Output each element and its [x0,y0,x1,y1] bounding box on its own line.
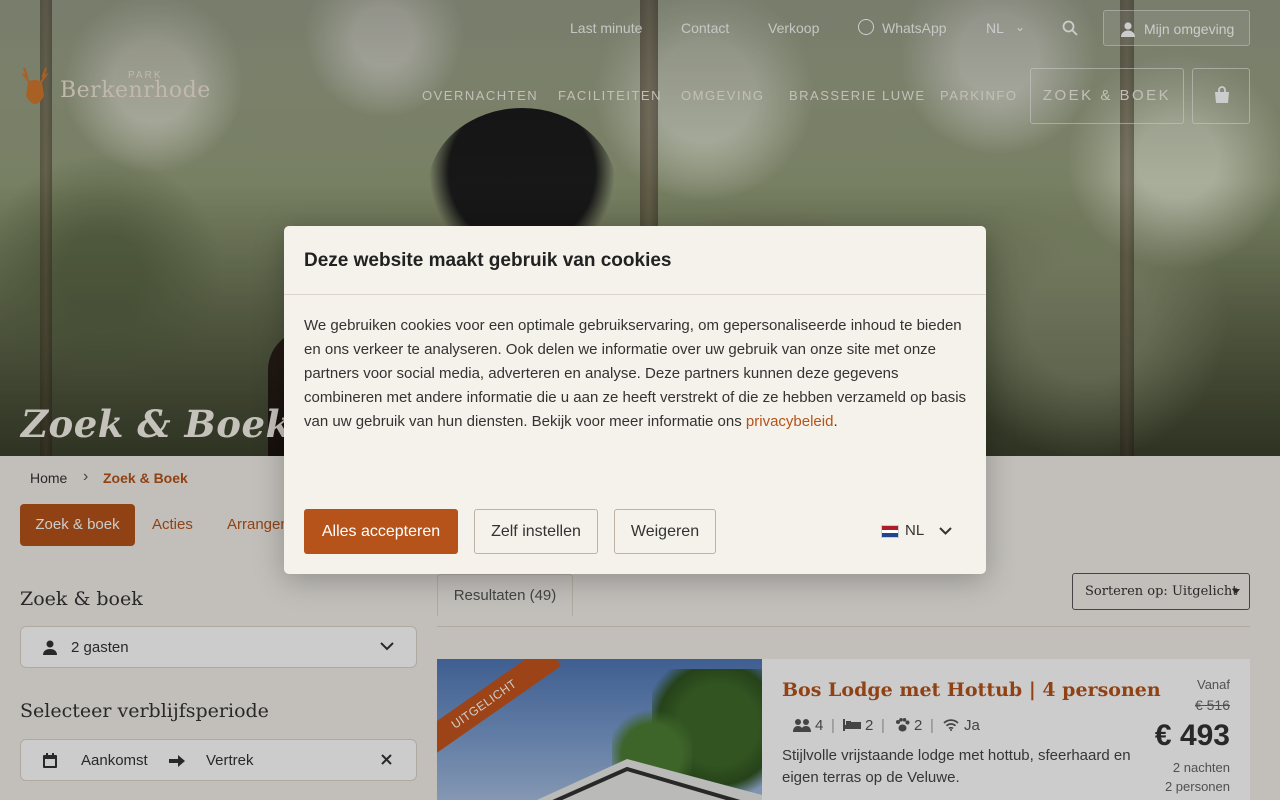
modal-language-label: NL [905,522,925,539]
cookie-text-end: . [833,413,838,430]
cookie-modal: Deze website maakt gebruik van cookies W… [284,226,986,574]
cookie-modal-title: Deze website maakt gebruik van cookies [304,250,672,271]
nl-flag-icon [881,525,899,538]
modal-divider [284,294,986,295]
cookie-modal-body: We gebruiken cookies voor een optimale g… [304,314,968,434]
privacy-policy-link[interactable]: privacybeleid [746,413,834,430]
chevron-down-icon [939,527,952,535]
customize-button[interactable]: Zelf instellen [474,509,598,554]
modal-language-selector[interactable]: NL [881,522,961,542]
cookie-text: We gebruiken cookies voor een optimale g… [304,317,967,430]
accept-all-button[interactable]: Alles accepteren [304,509,458,554]
refuse-button[interactable]: Weigeren [614,509,716,554]
